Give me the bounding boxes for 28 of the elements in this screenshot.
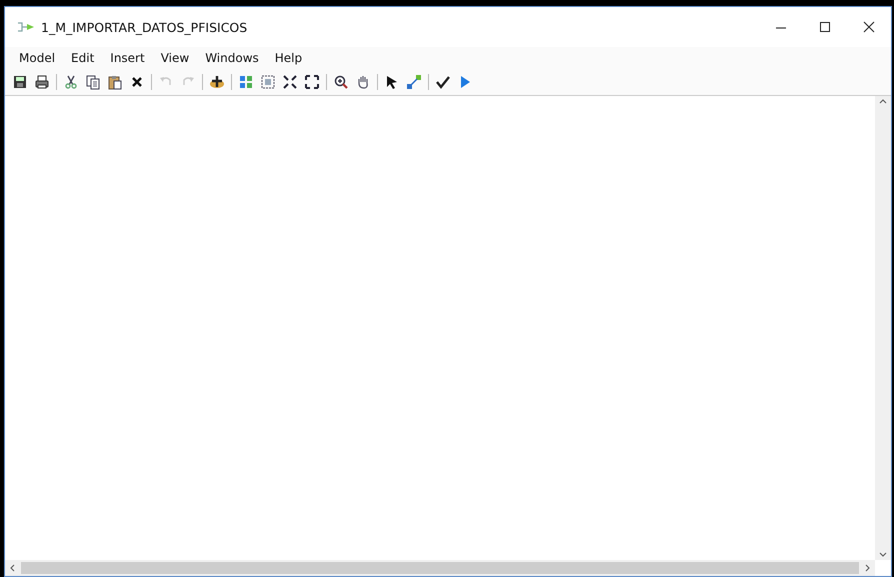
maximize-icon[interactable] (819, 21, 831, 33)
menu-item[interactable]: Model (11, 51, 64, 65)
expand-icon (304, 74, 320, 90)
plus-icon (209, 74, 225, 90)
scissors-icon (63, 74, 79, 90)
app-icon (17, 21, 35, 33)
window-title: 1_M_IMPORTAR_DATOS_PFISICOS (41, 20, 248, 34)
zoom-in-icon (333, 74, 349, 90)
clipboard-icon (107, 74, 123, 90)
close-icon[interactable] (863, 21, 875, 33)
connector-icon (406, 74, 422, 90)
menu-item[interactable]: Insert (102, 51, 153, 65)
printer-icon (34, 74, 50, 90)
horizontal-scrollbar[interactable] (5, 560, 875, 576)
menu-item[interactable]: View (152, 51, 198, 65)
scrollbar-thumb[interactable] (21, 562, 859, 574)
vertical-scrollbar[interactable] (875, 96, 891, 560)
connector-button[interactable] (404, 72, 424, 92)
menu-item[interactable]: Windows (197, 51, 267, 65)
fit-icon (260, 74, 276, 90)
menu-item[interactable]: Help (266, 51, 310, 65)
checkmark-icon (435, 74, 451, 90)
expand-button[interactable] (302, 72, 322, 92)
menu-item[interactable]: Edit (63, 51, 102, 65)
save-icon (12, 74, 28, 90)
grid-icon (238, 74, 254, 90)
shrink-icon (282, 74, 298, 90)
copy-icon (85, 74, 101, 90)
